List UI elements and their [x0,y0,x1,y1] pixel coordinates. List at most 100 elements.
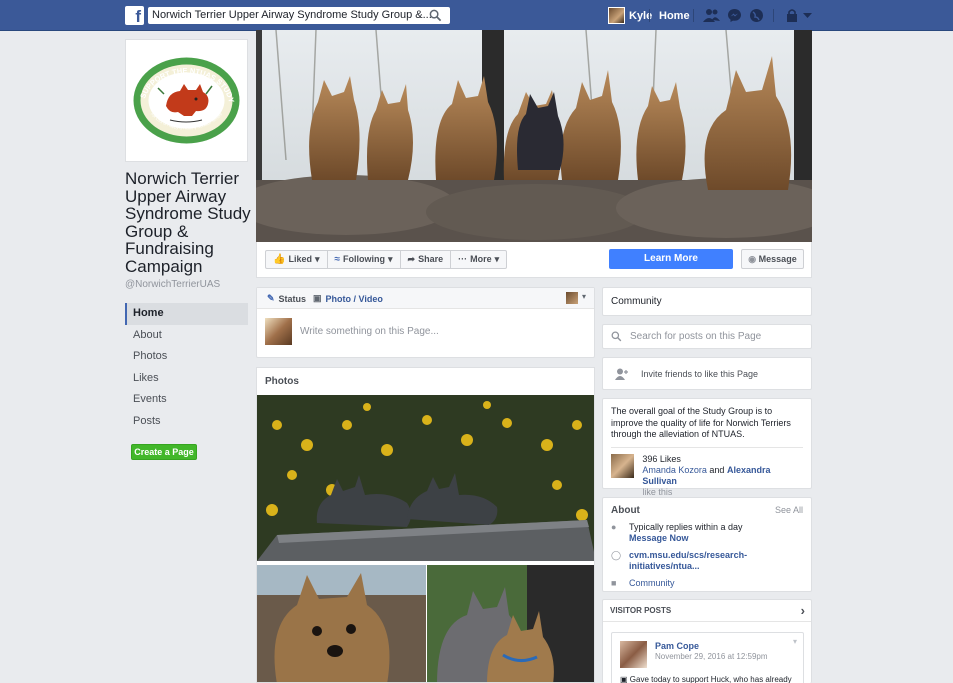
page-action-buttons: 👍 Liked ▾ ≈ Following ▾ ➦ Share ··· More ▾ [265,250,508,269]
divider [773,9,774,22]
thumbs-up-icon: 👍 [273,254,286,265]
page-description-card: The overall goal of the Study Group is t… [602,398,812,497]
facebook-logo[interactable]: f [125,6,144,25]
page-title: Norwich Terrier Upper Airway Syndrome St… [125,169,251,276]
speech-bubble-icon: ● [611,522,617,532]
chevron-down-icon: ▾ [314,254,320,264]
nav-item-events[interactable]: Events [125,389,248,411]
post-composer: ✎ Status ▣ Photo / Video ▾ Write something… [256,287,595,358]
invite-friends-card[interactable]: Invite friends to like this Page [602,357,812,390]
globe-icon: ◯ [611,550,622,560]
tab-status[interactable]: ✎ Status [267,293,306,304]
category-link[interactable]: Community [629,578,675,589]
about-card: About See All ● Typically replies within… [602,497,812,592]
messenger-icon: ◉ [748,254,757,264]
search-input-value: Norwich Terrier Upper Airway Syndrome St… [152,9,432,21]
chevron-right-icon[interactable]: › [801,600,805,622]
add-friend-icon [615,368,628,380]
top-navigation-bar: f Norwich Terrier Upper Airway Syndrome … [0,0,953,31]
tab-photo-video[interactable]: ▣ Photo / Video [313,293,383,304]
write-post-input[interactable]: Write something on this Page... [300,326,439,337]
category-row: ■ Community [611,578,803,589]
friend-link[interactable]: Amanda Kozora [642,465,707,475]
search-icon[interactable] [429,9,442,22]
response-time-row: ● Typically replies within a day Message … [611,522,803,544]
divider [649,9,650,22]
search-input[interactable]: Norwich Terrier Upper Airway Syndrome St… [148,7,450,24]
avatar [608,7,625,24]
more-button[interactable]: ··· More ▾ [451,251,506,268]
messenger-icon[interactable] [727,8,742,23]
website-link[interactable]: cvm.msu.edu/scs/research-initiatives/ntu… [629,550,803,572]
terrier-puppy-image [257,565,426,682]
liked-label: Liked [288,254,312,264]
liked-button[interactable]: 👍 Liked ▾ [266,251,328,268]
share-button[interactable]: ➦ Share [401,251,452,268]
community-card: Community [602,287,812,316]
post-text-content: Gave today to support Huck, who has alre… [629,675,792,683]
learn-more-button[interactable]: Learn More [609,249,733,269]
more-label: More [470,254,492,264]
nav-item-posts[interactable]: Posts [125,411,248,433]
ntuas-logo: I SUPPORT THE NTUAS STUDY For Lots of Ha… [129,37,243,157]
nav-item-photos[interactable]: Photos [125,346,248,368]
message-button[interactable]: ◉ Message [741,249,804,269]
composer-tabs: ✎ Status ▣ Photo / Video ▾ [257,288,594,309]
following-label: Following [343,254,385,264]
cover-photo[interactable] [256,30,812,242]
account-menu-icon[interactable] [803,8,812,23]
post-date[interactable]: November 29, 2016 at 12:59pm [655,652,768,661]
likes-count[interactable]: 396 Likes [642,454,803,465]
search-icon [611,331,622,342]
see-all-link[interactable]: See All [775,505,803,516]
visitor-post: Pam Cope November 29, 2016 at 12:59pm ▾ … [611,632,804,683]
photo-video-label: Photo / Video [325,293,383,304]
about-title[interactable]: About [611,505,640,516]
visitor-posts-card: VISITOR POSTS › Pam Cope November 29, 20… [602,599,812,683]
page-navigation: Home About Photos Likes Events Posts [125,303,248,433]
chevron-down-icon: ▾ [494,254,500,264]
globe-notifications-icon[interactable] [749,8,764,23]
photo-statue[interactable] [257,395,594,561]
photo-puppy[interactable] [257,565,426,682]
invite-friends-label: Invite friends to like this Page [641,368,759,379]
create-page-button[interactable]: Create a Page [131,444,197,460]
photos-header[interactable]: Photos [257,368,594,395]
status-label: Status [278,293,307,304]
profile-link[interactable]: Kyle [608,7,652,24]
divider [693,9,694,22]
avatar[interactable] [611,453,635,478]
chevron-down-icon[interactable]: ▾ [793,637,797,646]
home-link[interactable]: Home [659,10,690,22]
post-as-avatar[interactable] [566,292,578,304]
friend-requests-icon[interactable] [703,8,720,23]
page-profile-picture[interactable]: I SUPPORT THE NTUAS STUDY For Lots of Ha… [125,37,248,162]
nav-item-about[interactable]: About [125,325,248,347]
donation-icon: ▣ [620,675,628,683]
terriers-walking-image [427,565,594,682]
chevron-down-icon[interactable]: ▾ [582,292,586,301]
photo-dogs-walk[interactable] [427,565,594,682]
nav-item-home[interactable]: Home [125,303,248,325]
privacy-shortcuts-icon[interactable] [786,8,798,23]
page-action-bar: 👍 Liked ▾ ≈ Following ▾ ➦ Share ··· More ▾ Lear… [256,242,812,278]
page-posts-search[interactable]: Search for posts on this Page [602,324,812,349]
category-icon: ■ [611,578,617,588]
visitor-posts-header[interactable]: VISITOR POSTS › [603,600,811,622]
post-text: ▣ Gave today to support Huck, who has al… [620,675,792,683]
nav-item-likes[interactable]: Likes [125,368,248,390]
terriers-at-window-image [256,30,812,242]
conjunction: and [709,464,725,475]
search-posts-placeholder: Search for posts on this Page [630,331,762,342]
reply-time-text: Typically replies within a day [629,522,743,532]
rss-icon: ≈ [334,254,341,265]
avatar[interactable] [620,641,647,668]
camera-icon: ▣ [313,293,322,303]
photos-card: Photos [256,367,595,683]
community-title[interactable]: Community [611,296,803,307]
post-author[interactable]: Pam Cope [655,641,699,651]
following-button[interactable]: ≈ Following ▾ [328,251,401,268]
share-label: Share [418,254,444,264]
page-handle[interactable]: @NorwichTerrierUAS [125,279,220,290]
message-now-link[interactable]: Message Now [629,533,743,544]
